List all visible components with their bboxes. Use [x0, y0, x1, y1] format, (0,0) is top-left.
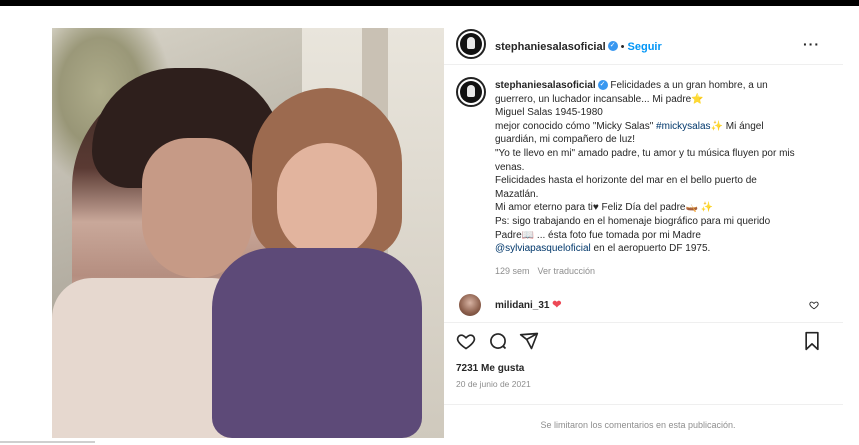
avatar-image [460, 33, 482, 55]
caption-line-5: Felicidades hasta el horizonte del mar e… [495, 175, 757, 200]
post-date: 20 de junio de 2021 [456, 379, 531, 389]
comment-icon[interactable] [488, 331, 508, 356]
caption-line-7: Ps: sigo trabajando en el homenaje biogr… [495, 215, 795, 256]
post-age[interactable]: 129 sem [495, 266, 530, 276]
comments-limited-notice: Se limitaron los comentarios en esta pub… [540, 420, 736, 430]
hashtag-link[interactable]: #mickysalas [656, 121, 710, 132]
commenter-username[interactable]: milidani_31 [495, 300, 549, 311]
caption-line-2: Miguel Salas 1945-1980 [495, 107, 603, 119]
mention-link[interactable]: @sylviapasqueloficial [495, 243, 591, 254]
more-options-icon[interactable]: ··· [803, 36, 820, 52]
avatar-image [460, 81, 482, 103]
caption-username[interactable]: stephaniesalasoficial [495, 80, 596, 91]
caption-line-4: "Yo te llevo en mi" amado padre, tu amor… [495, 147, 795, 173]
separator-dot: • [620, 41, 625, 53]
caption-avatar[interactable] [456, 77, 486, 107]
caption-text-3a: mejor conocido cómo "Micky Salas" [495, 120, 657, 132]
caption-line-1: stephaniesalasoficial ✓ Felicidades a un … [495, 79, 795, 106]
comment-row: milidani_31 ❤ [459, 294, 839, 316]
author-username[interactable]: stephaniesalasoficial [495, 41, 606, 53]
likes-count[interactable]: 7231 Me gusta [456, 363, 524, 374]
bookmark-icon[interactable] [803, 331, 821, 356]
photo-girl-body [212, 248, 422, 438]
photo-girl-face [277, 143, 377, 258]
caption-meta: 129 sem Ver traducción [495, 266, 603, 276]
translate-link[interactable]: Ver traducción [538, 266, 596, 276]
commenter-avatar[interactable] [459, 294, 481, 316]
caption-line-3: mejor conocido cómo "Micky Salas" #micky… [495, 120, 795, 147]
share-icon[interactable] [519, 331, 539, 356]
caption-text-8: en el aeropuerto DF 1975. [590, 243, 711, 255]
verified-icon: ✓ [597, 80, 608, 91]
caption: stephaniesalasoficial ✓ Felicidades a un … [495, 79, 795, 256]
verified-icon: ✓ [607, 40, 618, 51]
header-divider [444, 64, 843, 65]
photo-man-face [142, 138, 252, 278]
top-bar [0, 0, 859, 6]
heart-icon[interactable] [456, 331, 476, 356]
post-header: stephaniesalasoficial ✓ • Seguir [495, 37, 662, 55]
footer-divider [444, 404, 843, 405]
author-avatar[interactable] [456, 29, 486, 59]
like-comment-icon[interactable] [809, 300, 819, 313]
follow-button[interactable]: Seguir [628, 41, 662, 53]
bottom-scroll-indicator [0, 441, 95, 443]
comment-heart-emoji: ❤ [552, 299, 562, 311]
actions-divider [444, 322, 843, 323]
caption-text-7: Ps: sigo trabajando en el homenaje biogr… [495, 215, 771, 241]
post-photo[interactable] [52, 28, 444, 438]
commenter-text: milidani_31 ❤ [495, 298, 561, 311]
caption-line-6: Mi amor eterno para ti♥ Feliz Día del pa… [495, 202, 714, 214]
